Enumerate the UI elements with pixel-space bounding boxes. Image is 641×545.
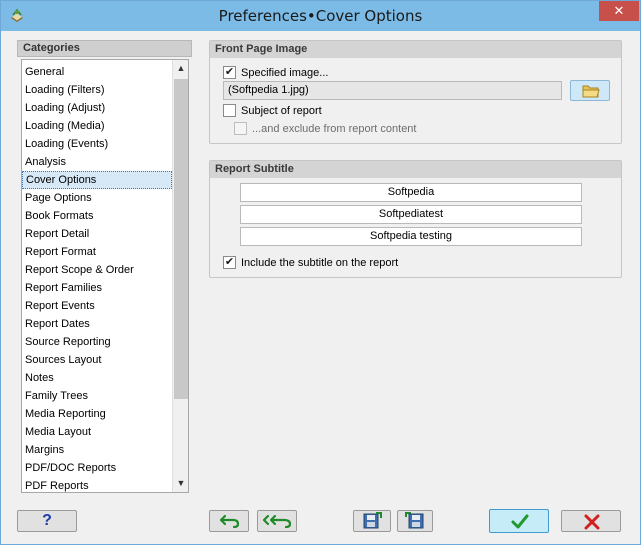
- front-page-image-title: Front Page Image: [210, 41, 621, 58]
- help-label: ?: [42, 512, 52, 529]
- exclude-content-label: ...and exclude from report content: [252, 123, 417, 135]
- subtitle-line-3-field[interactable]: Softpedia testing: [240, 227, 582, 246]
- category-item[interactable]: Analysis: [22, 153, 172, 171]
- include-subtitle-row[interactable]: ✔ Include the subtitle on the report: [223, 255, 483, 271]
- dialog-client: Categories General Loading (Filters) Loadi…: [8, 32, 634, 539]
- load-preferences-button[interactable]: [397, 510, 433, 532]
- categories-list[interactable]: General Loading (Filters) Loading (Adjust)…: [21, 59, 189, 493]
- window-title: Preferences•Cover Options: [218, 7, 423, 25]
- help-button[interactable]: ?: [17, 510, 77, 532]
- subject-of-report-checkbox[interactable]: [223, 104, 236, 117]
- specified-image-checkbox[interactable]: ✔: [223, 66, 236, 79]
- save-disk-icon: [363, 512, 382, 529]
- category-item[interactable]: Notes: [22, 369, 172, 387]
- subject-of-report-label: Subject of report: [241, 105, 322, 117]
- undo-all-button[interactable]: [257, 510, 297, 532]
- close-button[interactable]: ✕: [599, 1, 639, 21]
- cancel-button[interactable]: [561, 510, 621, 532]
- category-item[interactable]: Source Reporting: [22, 333, 172, 351]
- category-item[interactable]: Loading (Filters): [22, 81, 172, 99]
- subject-of-report-row[interactable]: Subject of report: [223, 103, 423, 119]
- image-file-field[interactable]: (Softpedia 1.jpg): [223, 81, 562, 100]
- category-item[interactable]: Loading (Events): [22, 135, 172, 153]
- save-preferences-button[interactable]: [353, 510, 391, 532]
- title-bar[interactable]: Preferences•Cover Options ✕: [1, 1, 640, 31]
- category-item[interactable]: Report Detail: [22, 225, 172, 243]
- folder-icon: [582, 85, 600, 98]
- category-item[interactable]: Report Scope & Order: [22, 261, 172, 279]
- category-item[interactable]: Report Dates: [22, 315, 172, 333]
- ok-button[interactable]: [489, 509, 549, 533]
- category-item[interactable]: Margins: [22, 441, 172, 459]
- category-item[interactable]: Media Layout: [22, 423, 172, 441]
- exclude-content-row: ...and exclude from report content: [234, 121, 494, 137]
- undo-button[interactable]: [209, 510, 249, 532]
- include-subtitle-label: Include the subtitle on the report: [241, 257, 399, 269]
- category-item[interactable]: Sources Layout: [22, 351, 172, 369]
- undo-arrow-icon: [219, 514, 240, 529]
- category-item[interactable]: Page Options: [22, 189, 172, 207]
- subtitle-line-2-field[interactable]: Softpediatest: [240, 205, 582, 224]
- category-item[interactable]: PDF/DOC Reports: [22, 459, 172, 477]
- scroll-up-arrow-icon[interactable]: ▲: [173, 60, 188, 77]
- browse-folder-button[interactable]: [570, 80, 610, 101]
- specified-image-row[interactable]: ✔ Specified image...: [223, 65, 423, 81]
- report-subtitle-title: Report Subtitle: [210, 161, 621, 178]
- load-disk-icon: [405, 512, 424, 529]
- undo-all-arrows-icon: [262, 514, 292, 529]
- category-item[interactable]: Book Formats: [22, 207, 172, 225]
- scroll-down-arrow-icon[interactable]: ▼: [173, 475, 188, 492]
- categories-header: Categories: [17, 40, 192, 57]
- category-item[interactable]: Loading (Media): [22, 117, 172, 135]
- subtitle-line-1-field[interactable]: Softpedia: [240, 183, 582, 202]
- category-item[interactable]: Report Events: [22, 297, 172, 315]
- include-subtitle-checkbox[interactable]: ✔: [223, 256, 236, 269]
- red-x-icon: [584, 514, 600, 530]
- category-item[interactable]: Loading (Adjust): [22, 99, 172, 117]
- category-item[interactable]: General: [22, 63, 172, 81]
- categories-scrollbar[interactable]: ▲ ▼: [172, 60, 188, 492]
- category-item[interactable]: PDF Reports: [22, 477, 172, 492]
- category-item[interactable]: Cover Options: [22, 171, 172, 189]
- exclude-content-checkbox: [234, 122, 247, 135]
- specified-image-label: Specified image...: [241, 67, 329, 79]
- categories-items: General Loading (Filters) Loading (Adjust)…: [22, 63, 172, 492]
- preferences-window: Preferences•Cover Options ✕ Categories G…: [0, 0, 641, 545]
- category-item[interactable]: Report Format: [22, 243, 172, 261]
- green-check-icon: [511, 514, 529, 529]
- scroll-thumb[interactable]: [174, 79, 188, 399]
- category-item[interactable]: Report Families: [22, 279, 172, 297]
- category-item[interactable]: Family Trees: [22, 387, 172, 405]
- category-item[interactable]: Media Reporting: [22, 405, 172, 423]
